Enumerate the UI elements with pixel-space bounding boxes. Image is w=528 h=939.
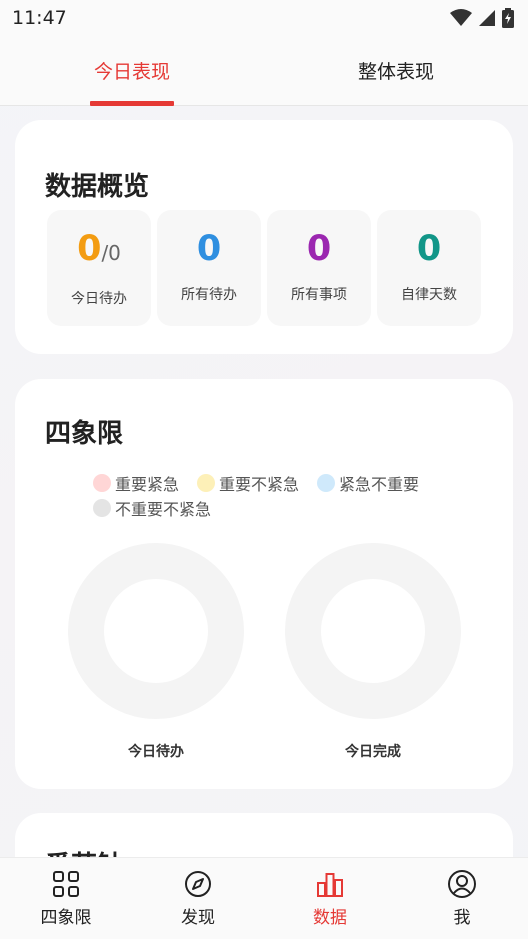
- donut-track: [285, 543, 461, 719]
- battery-icon: [502, 8, 514, 28]
- donut-today-todo[interactable]: [68, 543, 244, 719]
- legend-label: 重要不紧急: [219, 475, 300, 494]
- stat-today-todo-label: 今日待办: [71, 291, 127, 307]
- nav-data[interactable]: 数据: [264, 858, 396, 939]
- signal-icon: [479, 10, 495, 26]
- stat-all-todo-value: 0: [196, 229, 222, 269]
- nav-me-label: 我: [453, 908, 471, 928]
- nav-discover-label: 发现: [181, 908, 215, 928]
- legend-dot: [197, 474, 216, 492]
- stat-all-items[interactable]: 0 所有事项: [267, 210, 371, 326]
- donut-today-done[interactable]: [285, 543, 461, 719]
- overview-card: 数据概览 0/0 今日待办 0 所有待办 0 所有事项 0 自律天数: [15, 120, 513, 354]
- tab-overall-label: 整体表现: [357, 61, 434, 83]
- user-icon: [448, 870, 476, 898]
- compass-icon: [185, 871, 211, 897]
- bar-chart-icon: [317, 873, 343, 897]
- legend-dot: [93, 499, 111, 517]
- tab-today[interactable]: 今日表现: [0, 36, 264, 106]
- tab-overall[interactable]: 整体表现: [264, 36, 528, 105]
- nav-quadrant[interactable]: 四象限: [0, 858, 132, 939]
- pomodoro-card: 番茄钟: [15, 813, 513, 857]
- stat-today-todo[interactable]: 0/0 今日待办: [47, 210, 151, 326]
- nav-discover[interactable]: 发现: [132, 858, 264, 939]
- status-bar: 11:47: [0, 0, 528, 36]
- stat-all-items-value: 0: [306, 229, 332, 269]
- tab-today-label: 今日表现: [93, 61, 170, 83]
- legend-label: 不重要不紧急: [115, 500, 212, 519]
- stat-today-todo-value: 0: [77, 229, 102, 269]
- legend-dot: [317, 474, 336, 492]
- legend-item-urgent-not-important[interactable]: 紧急不重要: [317, 471, 419, 495]
- legend-label: 紧急不重要: [339, 475, 420, 494]
- quadrant-card: 四象限 重要紧急 重要不紧急 紧急不重要 不重要不紧急 今日待办 今日完成: [15, 379, 513, 789]
- status-time: 11:47: [12, 7, 67, 29]
- stat-discipline-days-label: 自律天数: [401, 287, 457, 303]
- legend-dot: [93, 474, 111, 492]
- stat-value: 0/0: [47, 228, 151, 274]
- legend-label: 重要紧急: [115, 475, 180, 494]
- donut-today-todo-label: 今日待办: [128, 744, 184, 760]
- nav-me[interactable]: 我: [396, 858, 528, 939]
- donut-today-done-label: 今日完成: [345, 744, 401, 760]
- bottom-nav: 四象限 发现 数据 我: [0, 857, 528, 939]
- stat-today-todo-sub: /0: [101, 241, 121, 265]
- quadrant-legend-row-2: 不重要不紧急: [93, 496, 221, 520]
- overview-title: 数据概览: [45, 172, 150, 202]
- stat-all-todo-label: 所有待办: [181, 287, 237, 303]
- grid-icon: [53, 871, 79, 897]
- quadrant-title: 四象限: [45, 419, 124, 449]
- legend-item-not-urgent-not-important[interactable]: 不重要不紧急: [93, 496, 211, 520]
- quadrant-legend-row-1: 重要紧急 重要不紧急 紧急不重要: [93, 471, 429, 495]
- stat-all-todo[interactable]: 0 所有待办: [157, 210, 261, 326]
- nav-data-label: 数据: [313, 908, 347, 928]
- stat-discipline-days[interactable]: 0 自律天数: [377, 210, 481, 326]
- legend-item-important-not-urgent[interactable]: 重要不紧急: [197, 471, 299, 495]
- content-scroll[interactable]: 数据概览 0/0 今日待办 0 所有待办 0 所有事项 0 自律天数 四象限 重…: [0, 106, 528, 857]
- nav-quadrant-label: 四象限: [40, 908, 92, 928]
- wifi-icon: [450, 9, 472, 26]
- stat-all-items-label: 所有事项: [291, 287, 347, 303]
- status-icons: [450, 8, 514, 28]
- pomodoro-title: 番茄钟: [45, 845, 123, 857]
- legend-item-urgent-important[interactable]: 重要紧急: [93, 471, 179, 495]
- stat-discipline-days-value: 0: [416, 229, 442, 269]
- top-tabs: 今日表现 整体表现: [0, 36, 528, 106]
- donut-track: [68, 543, 244, 719]
